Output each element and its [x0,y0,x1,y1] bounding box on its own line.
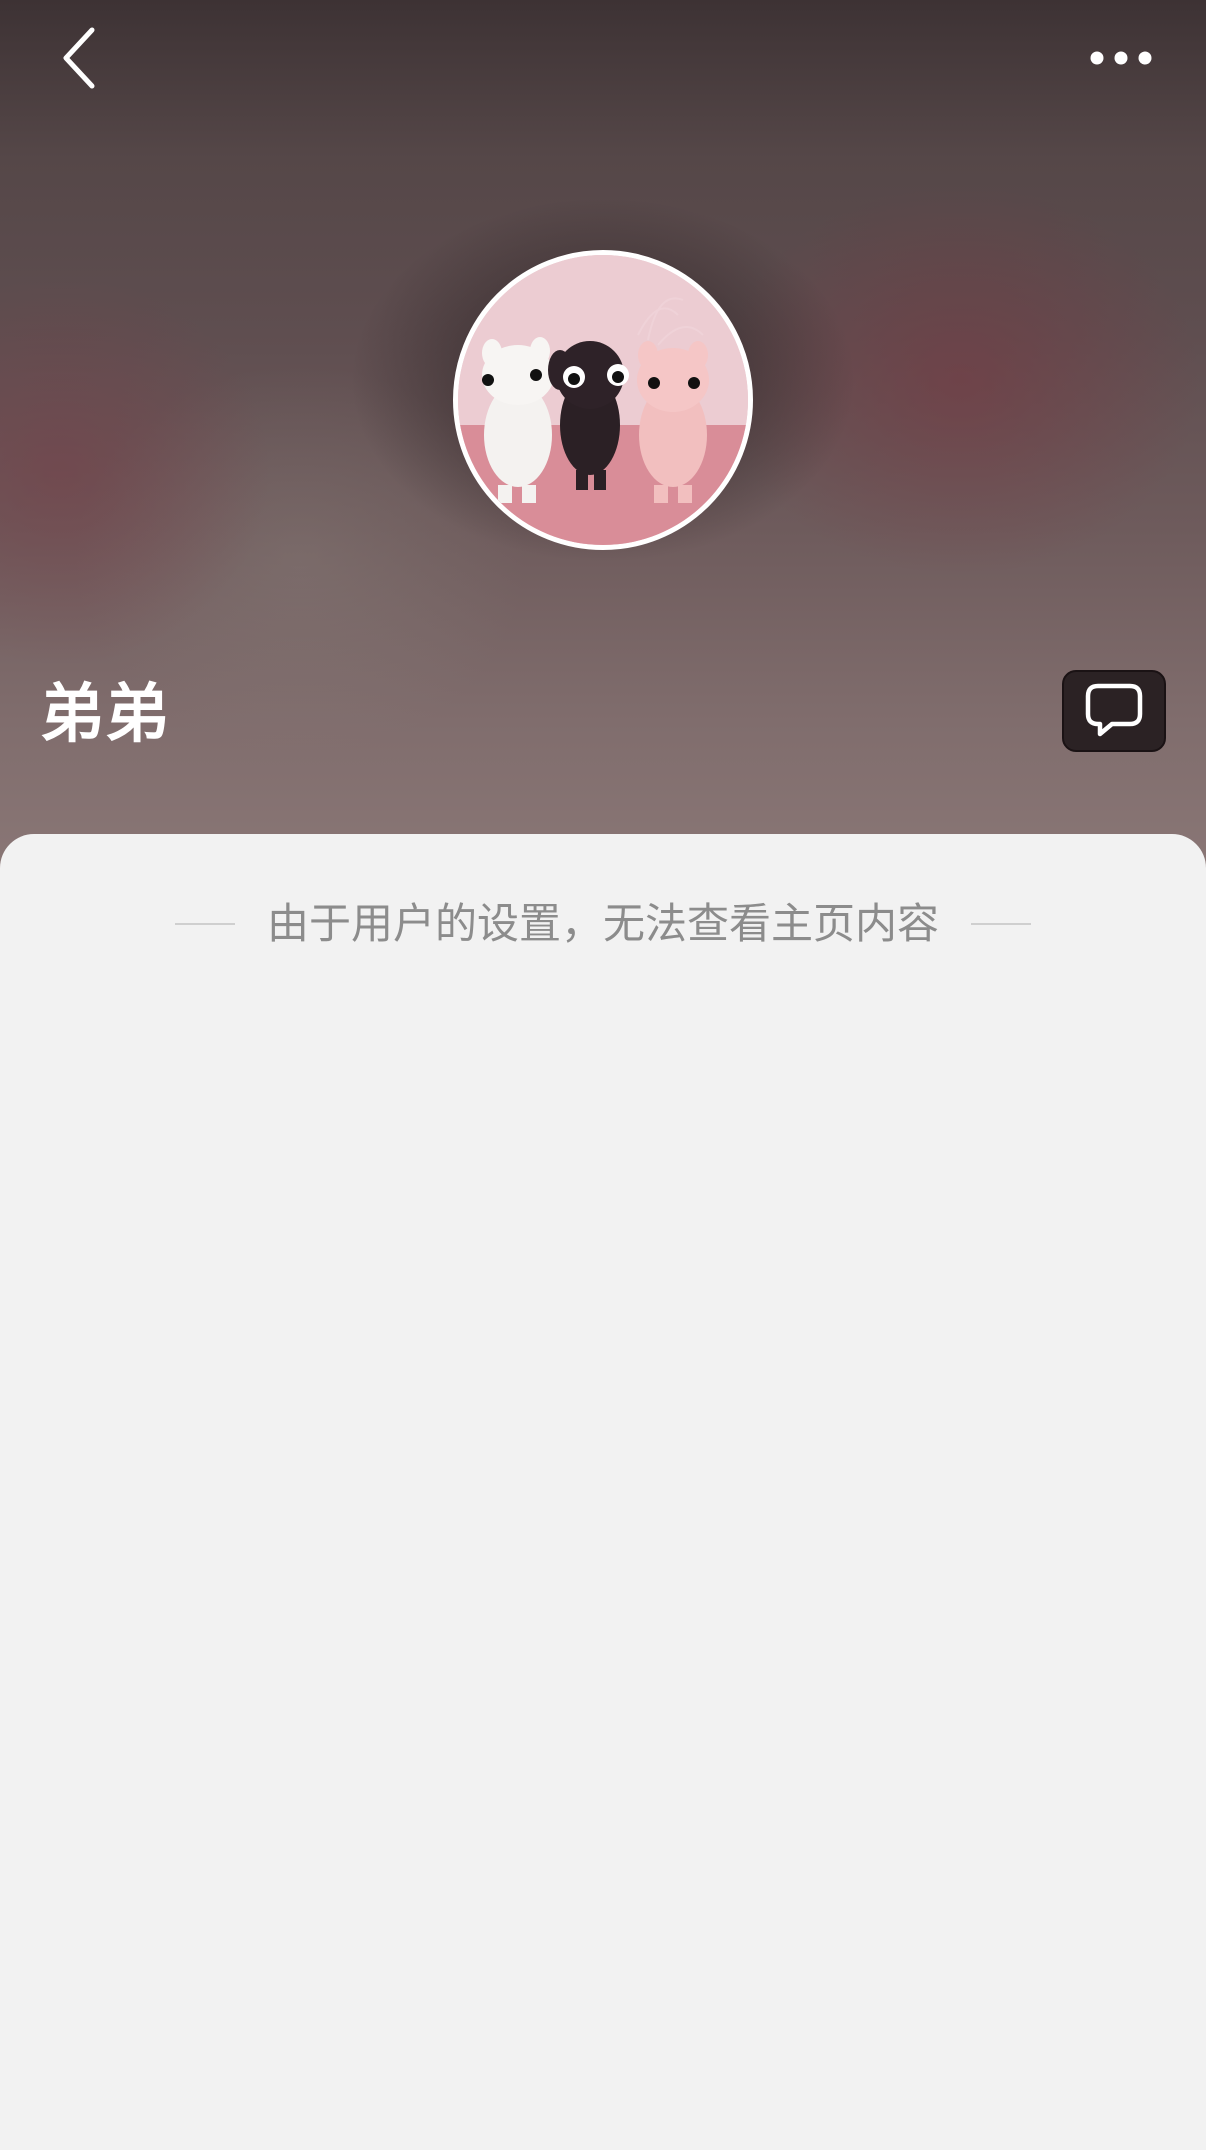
privacy-notice: 由于用户的设置，无法查看主页内容 [0,894,1206,954]
avatar[interactable] [453,250,753,550]
chat-button[interactable] [1062,670,1166,752]
username: 弟弟 [40,678,170,752]
divider-right [971,923,1031,925]
profile-content: 由于用户的设置，无法查看主页内容 [0,834,1206,2150]
chevron-left-icon [63,27,95,89]
privacy-notice-text: 由于用户的设置，无法查看主页内容 [266,899,939,948]
more-horizontal-icon [1090,51,1152,65]
profile-header: 弟弟 [0,0,1206,880]
more-button[interactable] [1066,18,1176,98]
divider-left [174,923,235,925]
avatar-image [458,255,748,545]
back-button[interactable] [40,18,120,98]
chat-bubble-icon [1085,683,1143,737]
